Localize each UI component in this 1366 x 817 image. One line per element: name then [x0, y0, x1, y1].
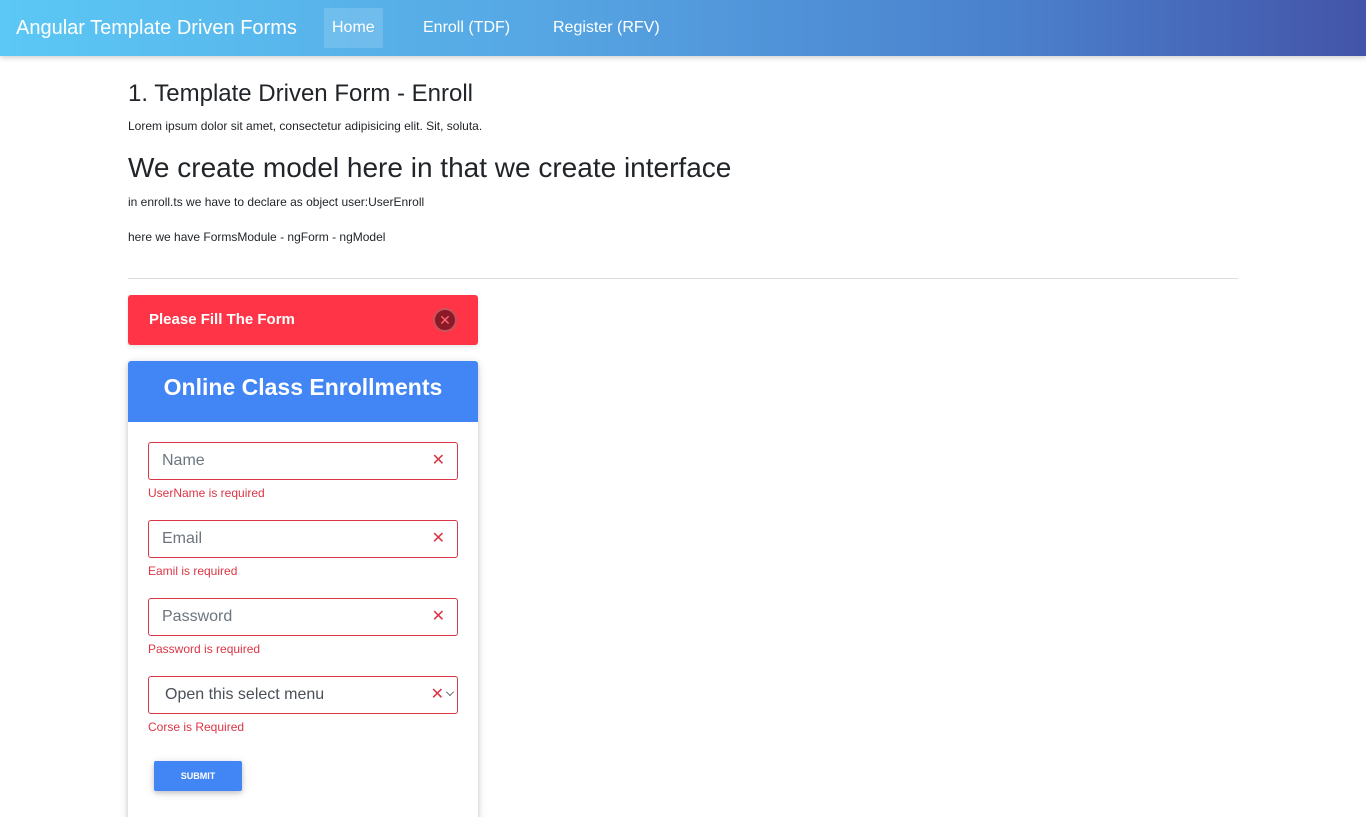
enrollment-card: Online Class Enrollments Name ✕ UserName… — [128, 361, 478, 817]
course-select[interactable]: Open this select menu ✕ — [148, 676, 458, 714]
navbar: Angular Template Driven Forms Home Enrol… — [0, 0, 1366, 56]
close-circle-icon[interactable]: ✕ — [433, 308, 457, 332]
card-header: Online Class Enrollments — [128, 361, 478, 422]
name-input[interactable]: Name ✕ — [148, 442, 458, 480]
nav-link-register[interactable]: Register (RFV) — [545, 8, 668, 48]
invalid-x-icon: ✕ — [431, 530, 445, 547]
course-select-value: Open this select menu — [165, 686, 325, 703]
invalid-x-icon: ✕ — [431, 452, 445, 469]
nav-link-enroll[interactable]: Enroll (TDF) — [415, 8, 518, 48]
email-input[interactable]: Email ✕ — [148, 520, 458, 558]
course-error: Corse is Required — [148, 720, 245, 734]
invalid-x-icon: ✕ — [431, 608, 445, 625]
note-text-1: in enroll.ts we have to declare as objec… — [128, 195, 425, 209]
nav-link-home[interactable]: Home — [324, 8, 383, 48]
navbar-brand[interactable]: Angular Template Driven Forms — [16, 16, 297, 40]
intro-text: Lorem ipsum dolor sit amet, consectetur … — [128, 119, 483, 133]
password-error: Password is required — [148, 642, 261, 656]
chevron-down-icon — [446, 688, 454, 696]
alert-banner: Please Fill The Form ✕ — [128, 295, 478, 345]
page-title: 1. Template Driven Form - Enroll — [128, 80, 473, 107]
email-placeholder: Email — [162, 530, 203, 547]
divider — [128, 278, 1238, 279]
note-text-2: here we have FormsModule - ngForm - ngMo… — [128, 230, 386, 244]
alert-message: Please Fill The Form — [149, 311, 295, 328]
name-placeholder: Name — [162, 452, 205, 469]
email-error: Eamil is required — [148, 564, 238, 578]
section-heading: We create model here in that we create i… — [128, 152, 732, 183]
password-placeholder: Password — [162, 608, 233, 625]
invalid-x-icon: ✕ — [430, 686, 444, 703]
password-input[interactable]: Password ✕ — [148, 598, 458, 636]
name-error: UserName is required — [148, 486, 265, 500]
submit-button[interactable]: SUBMIT — [154, 761, 242, 791]
